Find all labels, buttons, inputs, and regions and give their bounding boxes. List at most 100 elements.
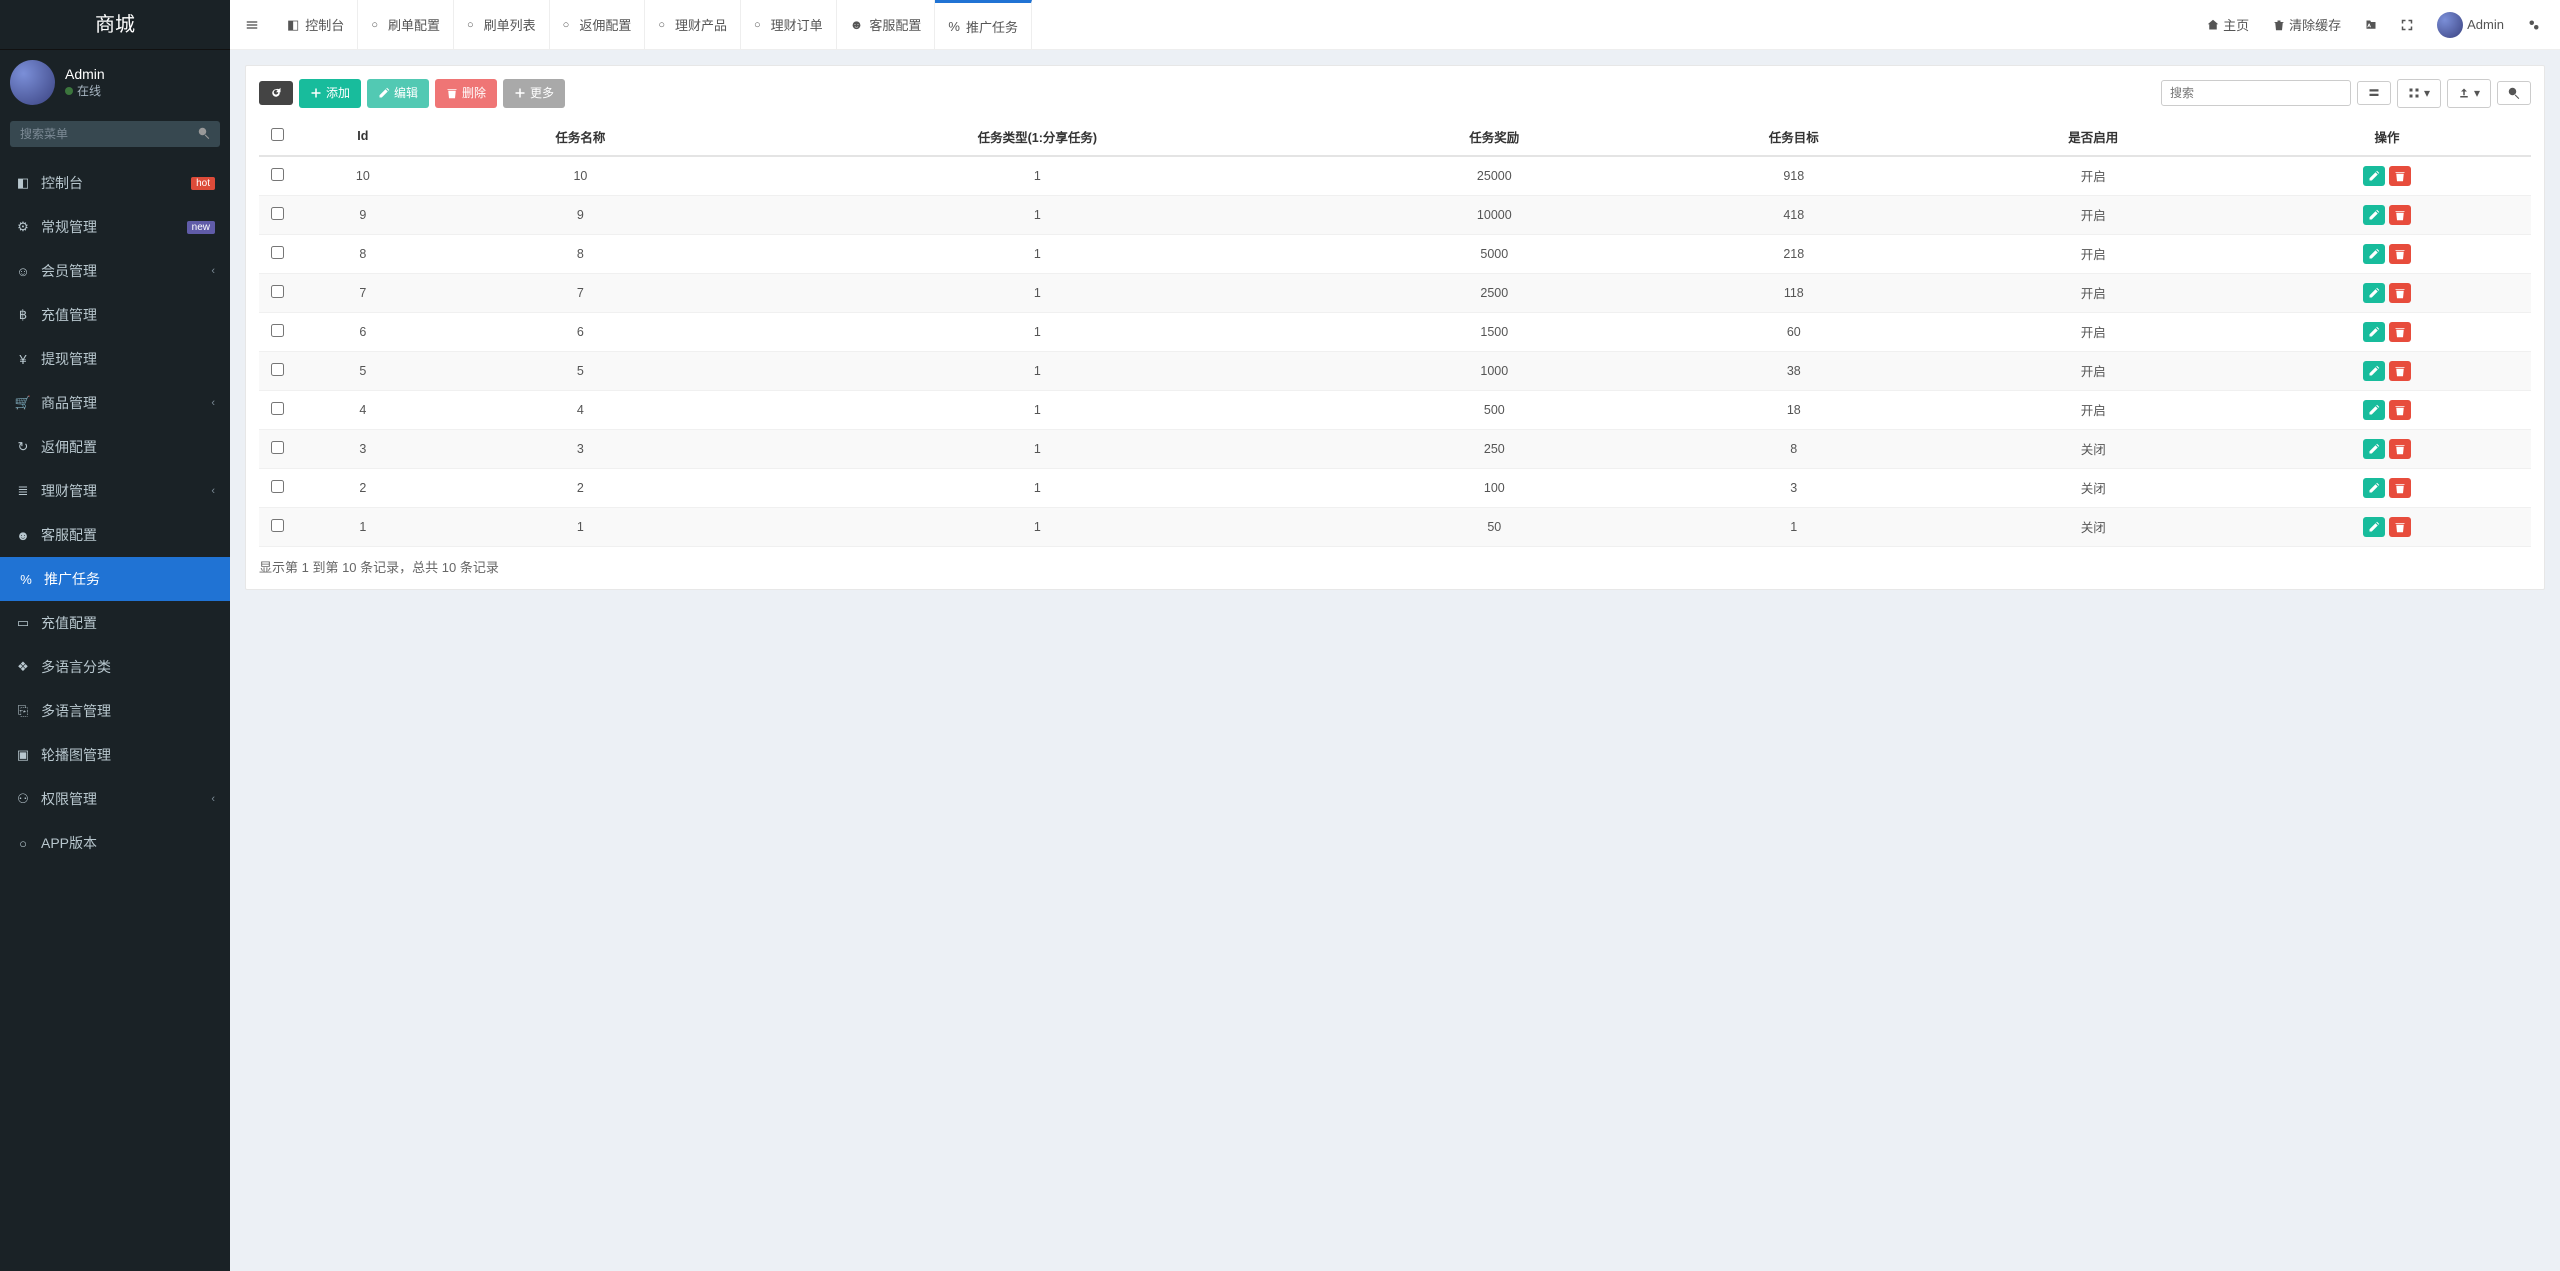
row-checkbox[interactable] <box>271 480 284 493</box>
language-button[interactable] <box>2355 0 2387 50</box>
cell-ops <box>2243 312 2531 351</box>
sidebar-item-4[interactable]: ¥提现管理 <box>0 337 230 381</box>
cell-type: 1 <box>730 429 1344 468</box>
row-delete-button[interactable] <box>2389 244 2411 264</box>
fullscreen-button[interactable] <box>2391 0 2423 50</box>
columns-button[interactable]: ▾ <box>2397 79 2441 108</box>
tab-5[interactable]: 理财订单 <box>741 0 837 49</box>
tab-0[interactable]: ◧控制台 <box>274 0 358 49</box>
add-button[interactable]: 添加 <box>299 79 361 108</box>
sidebar-item-10[interactable]: ▭充值配置 <box>0 601 230 645</box>
row-edit-button[interactable] <box>2363 283 2385 303</box>
toggle-view-button[interactable] <box>2357 81 2391 105</box>
row-checkbox[interactable] <box>271 363 284 376</box>
sidebar-search-input[interactable] <box>10 121 188 147</box>
row-delete-button[interactable] <box>2389 478 2411 498</box>
tab-6[interactable]: ☻客服配置 <box>837 0 936 49</box>
col-header-6[interactable]: 是否启用 <box>1944 118 2243 156</box>
row-delete-button[interactable] <box>2389 322 2411 342</box>
row-edit-button[interactable] <box>2363 517 2385 537</box>
avatar <box>10 60 55 105</box>
row-delete-button[interactable] <box>2389 400 2411 420</box>
sidebar-item-14[interactable]: ⚇权限管理‹ <box>0 777 230 821</box>
sidebar-item-12[interactable]: ⎘多语言管理 <box>0 689 230 733</box>
search-input[interactable] <box>2161 80 2351 106</box>
sidebar-item-0[interactable]: ◧控制台hot <box>0 161 230 205</box>
row-checkbox[interactable] <box>271 168 284 181</box>
export-button[interactable]: ▾ <box>2447 79 2491 108</box>
col-header-3[interactable]: 任务类型(1:分享任务) <box>730 118 1344 156</box>
main: ◧控制台刷单配置刷单列表返佣配置理财产品理财订单☻客服配置%推广任务 主页 清除… <box>230 0 2560 1271</box>
sidebar-item-8[interactable]: ☻客服配置 <box>0 513 230 557</box>
sidebar-search-button[interactable] <box>188 121 220 147</box>
refresh-button[interactable] <box>259 81 293 105</box>
badge: hot <box>191 177 215 190</box>
sidebar-item-9[interactable]: %推广任务 <box>0 557 230 601</box>
row-delete-button[interactable] <box>2389 283 2411 303</box>
select-all-checkbox[interactable] <box>271 128 284 141</box>
row-delete-button[interactable] <box>2389 517 2411 537</box>
row-checkbox[interactable] <box>271 441 284 454</box>
col-header-2[interactable]: 任务名称 <box>431 118 730 156</box>
row-edit-button[interactable] <box>2363 361 2385 381</box>
delete-button[interactable]: 删除 <box>435 79 497 108</box>
bitcoin-icon: ฿ <box>15 307 31 323</box>
row-edit-button[interactable] <box>2363 244 2385 264</box>
row-checkbox[interactable] <box>271 246 284 259</box>
more-button[interactable]: 更多 <box>503 79 565 108</box>
tab-2[interactable]: 刷单列表 <box>454 0 550 49</box>
cell-enabled: 开启 <box>1944 234 2243 273</box>
user-label: Admin <box>2467 17 2504 32</box>
sidebar-item-7[interactable]: ≣理财管理‹ <box>0 469 230 513</box>
sidebar-item-label: 会员管理 <box>41 261 97 281</box>
sidebar-item-1[interactable]: ⚙常规管理new <box>0 205 230 249</box>
row-edit-button[interactable] <box>2363 439 2385 459</box>
row-delete-button[interactable] <box>2389 361 2411 381</box>
row-edit-button[interactable] <box>2363 400 2385 420</box>
sidebar-search[interactable] <box>10 121 220 147</box>
home-button[interactable]: 主页 <box>2197 0 2259 50</box>
tab-1[interactable]: 刷单配置 <box>358 0 454 49</box>
row-edit-button[interactable] <box>2363 322 2385 342</box>
sidebar-item-13[interactable]: ▣轮播图管理 <box>0 733 230 777</box>
settings-button[interactable] <box>2518 0 2550 50</box>
sidebar-item-15[interactable]: ○APP版本 <box>0 821 230 865</box>
sidebar-item-6[interactable]: ↻返佣配置 <box>0 425 230 469</box>
row-checkbox[interactable] <box>271 207 284 220</box>
row-checkbox[interactable] <box>271 402 284 415</box>
row-delete-button[interactable] <box>2389 166 2411 186</box>
cell-enabled: 开启 <box>1944 351 2243 390</box>
col-header-5[interactable]: 任务目标 <box>1644 118 1943 156</box>
sidebar-item-2[interactable]: ☺会员管理‹ <box>0 249 230 293</box>
sidebar-item-3[interactable]: ฿充值管理 <box>0 293 230 337</box>
table-row: 2211003关闭 <box>259 468 2531 507</box>
edit-button[interactable]: 编辑 <box>367 79 429 108</box>
row-edit-button[interactable] <box>2363 205 2385 225</box>
col-header-4[interactable]: 任务奖励 <box>1345 118 1644 156</box>
col-header-7[interactable]: 操作 <box>2243 118 2531 156</box>
tab-7[interactable]: %推广任务 <box>935 0 1032 49</box>
row-checkbox[interactable] <box>271 324 284 337</box>
toggle-sidebar-button[interactable] <box>230 0 274 49</box>
user-menu[interactable]: Admin <box>2427 0 2514 50</box>
clear-cache-button[interactable]: 清除缓存 <box>2263 0 2351 50</box>
cell-enabled: 开启 <box>1944 156 2243 196</box>
tab-3[interactable]: 返佣配置 <box>550 0 646 49</box>
trash-icon <box>2394 443 2406 455</box>
col-header-0[interactable] <box>259 118 295 156</box>
row-edit-button[interactable] <box>2363 166 2385 186</box>
row-checkbox[interactable] <box>271 285 284 298</box>
cell-name: 5 <box>431 351 730 390</box>
col-header-1[interactable]: Id <box>295 118 431 156</box>
dashboard-icon: ◧ <box>15 175 31 191</box>
badge: new <box>187 221 215 234</box>
row-edit-button[interactable] <box>2363 478 2385 498</box>
sidebar-item-5[interactable]: 🛒商品管理‹ <box>0 381 230 425</box>
cell-reward: 5000 <box>1345 234 1644 273</box>
tab-4[interactable]: 理财产品 <box>645 0 741 49</box>
search-button[interactable] <box>2497 81 2531 105</box>
sidebar-item-11[interactable]: ❖多语言分类 <box>0 645 230 689</box>
row-delete-button[interactable] <box>2389 205 2411 225</box>
row-checkbox[interactable] <box>271 519 284 532</box>
row-delete-button[interactable] <box>2389 439 2411 459</box>
